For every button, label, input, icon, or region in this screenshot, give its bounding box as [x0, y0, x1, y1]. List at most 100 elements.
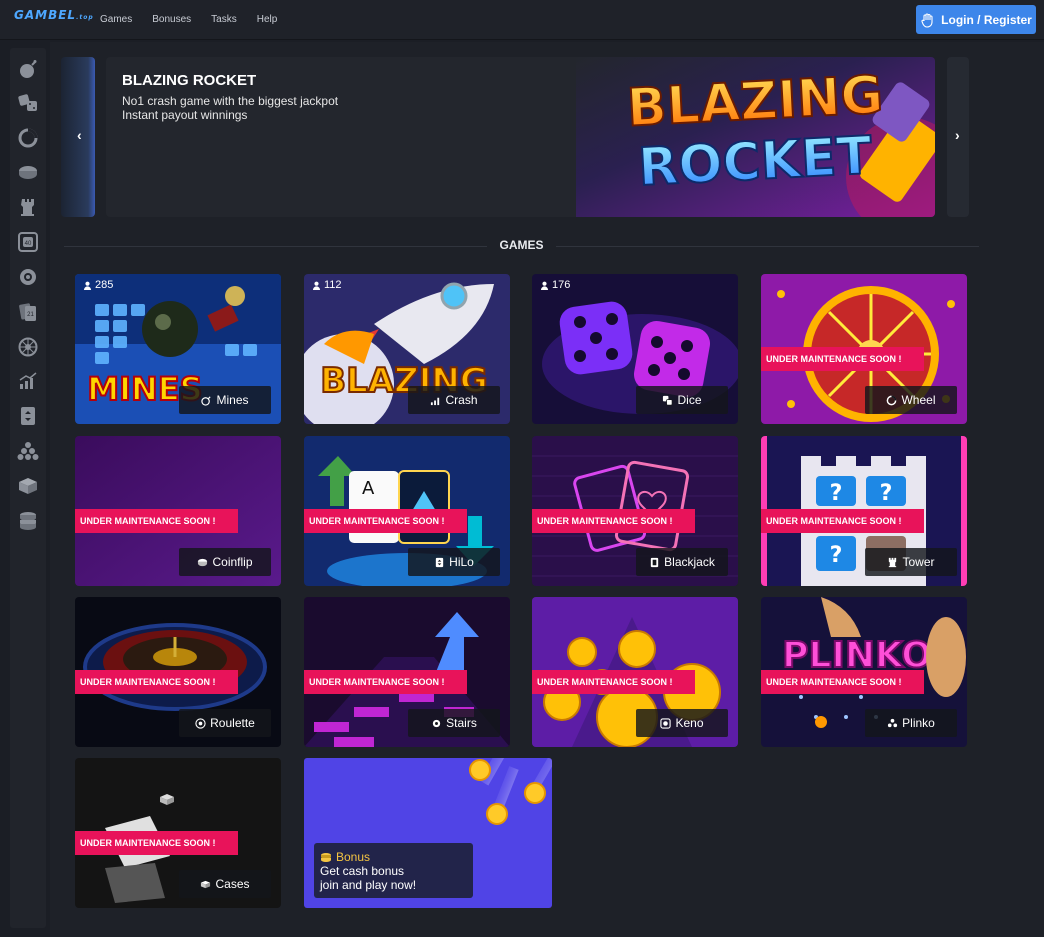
plinko-icon[interactable] — [17, 440, 39, 462]
banner-prev-slide[interactable]: ‹ — [61, 57, 95, 217]
cases-icon — [201, 880, 211, 888]
game-label-coinflip[interactable]: Coinflip — [179, 548, 271, 576]
game-card-crash[interactable]: BLAZING 112 Crash — [304, 274, 510, 424]
roulette-icon — [195, 717, 206, 729]
hilo-icon[interactable] — [17, 405, 39, 427]
game-card-coinflip[interactable]: UNDER MAINTENANCE SOON ! Coinflip — [75, 436, 281, 586]
game-card-wheel[interactable]: UNDER MAINTENANCE SOON ! Wheel — [761, 274, 967, 424]
game-label-wheel[interactable]: Wheel — [865, 386, 957, 414]
game-label-keno[interactable]: Keno — [636, 709, 728, 737]
coinflip-icon — [198, 558, 208, 566]
blackjack-icon[interactable]: 21 — [17, 301, 39, 323]
game-card-roulette[interactable]: UNDER MAINTENANCE SOON ! Roulette — [75, 597, 281, 747]
game-label-tower[interactable]: Tower — [865, 548, 957, 576]
maintenance-banner: UNDER MAINTENANCE SOON ! — [304, 509, 467, 533]
game-label-stairs[interactable]: Stairs — [408, 709, 500, 737]
user-icon — [540, 281, 549, 290]
tower-icon — [889, 557, 897, 567]
game-label-dice[interactable]: Dice — [636, 386, 728, 414]
sidebar: 40 21 — [10, 48, 46, 928]
maintenance-banner: UNDER MAINTENANCE SOON ! — [75, 509, 238, 533]
cases-icon[interactable] — [17, 474, 39, 496]
svg-text:?: ? — [830, 481, 843, 506]
maintenance-banner: UNDER MAINTENANCE SOON ! — [761, 670, 924, 694]
user-icon — [312, 281, 321, 290]
game-label-crash[interactable]: Crash — [408, 386, 500, 414]
game-card-tower[interactable]: ??? UNDER MAINTENANCE SOON ! Tower — [761, 436, 967, 586]
game-card-dice[interactable]: 176 Dice — [532, 274, 738, 424]
chevron-right-icon[interactable]: › — [955, 127, 960, 143]
game-card-blackjack[interactable]: UNDER MAINTENANCE SOON ! Blackjack — [532, 436, 738, 586]
wheel-icon — [887, 395, 897, 405]
tower-icon[interactable] — [17, 196, 39, 218]
game-label-plinko[interactable]: Plinko — [865, 709, 957, 737]
login-label: Login / Register — [941, 12, 1032, 27]
coins-icon[interactable] — [17, 509, 39, 531]
nav-games[interactable]: Games — [100, 14, 132, 25]
svg-text:ROCKET: ROCKET — [637, 126, 874, 198]
crash-icon[interactable] — [17, 370, 39, 392]
maintenance-banner: UNDER MAINTENANCE SOON ! — [761, 347, 924, 371]
bonus-line-2: join and play now! — [320, 878, 417, 892]
coins-icon — [321, 853, 331, 862]
game-card-hilo[interactable]: A UNDER MAINTENANCE SOON ! HiLo — [304, 436, 510, 586]
maintenance-banner: UNDER MAINTENANCE SOON ! — [75, 670, 238, 694]
roulette-icon[interactable] — [17, 336, 39, 358]
game-label-roulette[interactable]: Roulette — [179, 709, 271, 737]
game-label-hilo[interactable]: HiLo — [408, 548, 500, 576]
gear-icon — [432, 719, 441, 727]
login-register-button[interactable]: Login / Register — [916, 5, 1036, 34]
game-card-plinko[interactable]: PLINKO UNDER MAINTENANCE SOON ! Plinko — [761, 597, 967, 747]
game-card-mines[interactable]: MINES 285 Mines — [75, 274, 281, 424]
player-count: 112 — [312, 279, 342, 291]
bonus-title: Bonus — [336, 850, 371, 864]
mines-icon[interactable] — [17, 58, 39, 80]
logo[interactable]: GAMBEL.top — [14, 8, 94, 22]
banner-subtitle: No1 crash game with the biggest jackpot … — [122, 94, 339, 122]
top-bar: GAMBEL.top Games Bonuses Tasks Help Logi… — [0, 0, 1044, 40]
user-icon — [83, 281, 92, 290]
plinko-icon — [888, 718, 898, 727]
games-section-title: GAMES — [64, 238, 979, 252]
game-card-cases[interactable]: UNDER MAINTENANCE SOON ! Cases — [75, 758, 281, 908]
player-count: 176 — [540, 279, 570, 291]
game-card-keno[interactable]: UNDER MAINTENANCE SOON ! Keno — [532, 597, 738, 747]
hand-icon — [921, 12, 933, 28]
bonus-card[interactable]: Bonus Get cash bonus join and play now! — [304, 758, 552, 908]
game-label-cases[interactable]: Cases — [179, 870, 271, 898]
crash-icon — [431, 397, 440, 405]
main-nav: Games Bonuses Tasks Help — [100, 14, 297, 25]
keno-icon — [660, 717, 672, 729]
maintenance-banner: UNDER MAINTENANCE SOON ! — [304, 670, 467, 694]
svg-text:?: ? — [880, 481, 893, 506]
bonus-line-1: Get cash bonus — [320, 864, 405, 878]
promo-banner[interactable]: BLAZING ROCKET No1 crash game with the b… — [106, 57, 935, 217]
bonus-info: Bonus Get cash bonus join and play now! — [314, 843, 473, 898]
nav-bonuses[interactable]: Bonuses — [152, 14, 191, 25]
maintenance-banner: UNDER MAINTENANCE SOON ! — [532, 509, 695, 533]
maintenance-banner: UNDER MAINTENANCE SOON ! — [761, 509, 924, 533]
hilo-icon — [435, 557, 444, 567]
svg-text:21: 21 — [27, 312, 34, 318]
player-count: 285 — [83, 279, 113, 291]
nav-help[interactable]: Help — [257, 14, 278, 25]
chevron-left-icon[interactable]: ‹ — [77, 127, 82, 143]
keno-icon[interactable]: 40 — [17, 231, 39, 253]
wheel-icon[interactable] — [17, 127, 39, 149]
blazing-rocket-art: BLAZING ROCKET — [576, 57, 935, 217]
nav-tasks[interactable]: Tasks — [211, 14, 237, 25]
dice-icon[interactable] — [17, 92, 39, 114]
game-card-stairs[interactable]: UNDER MAINTENANCE SOON ! Stairs — [304, 597, 510, 747]
coinflip-icon[interactable] — [17, 161, 39, 183]
svg-text:A: A — [362, 478, 375, 499]
svg-text:40: 40 — [25, 241, 32, 247]
mines-icon — [201, 395, 212, 406]
game-label-blackjack[interactable]: Blackjack — [636, 548, 728, 576]
banner-title: BLAZING ROCKET — [122, 72, 257, 89]
blackjack-icon — [650, 557, 659, 567]
maintenance-banner: UNDER MAINTENANCE SOON ! — [532, 670, 695, 694]
banner-next-slide[interactable]: › — [947, 57, 969, 217]
dice-icon — [663, 395, 673, 405]
game-label-mines[interactable]: Mines — [179, 386, 271, 414]
stairs-icon[interactable] — [17, 266, 39, 288]
